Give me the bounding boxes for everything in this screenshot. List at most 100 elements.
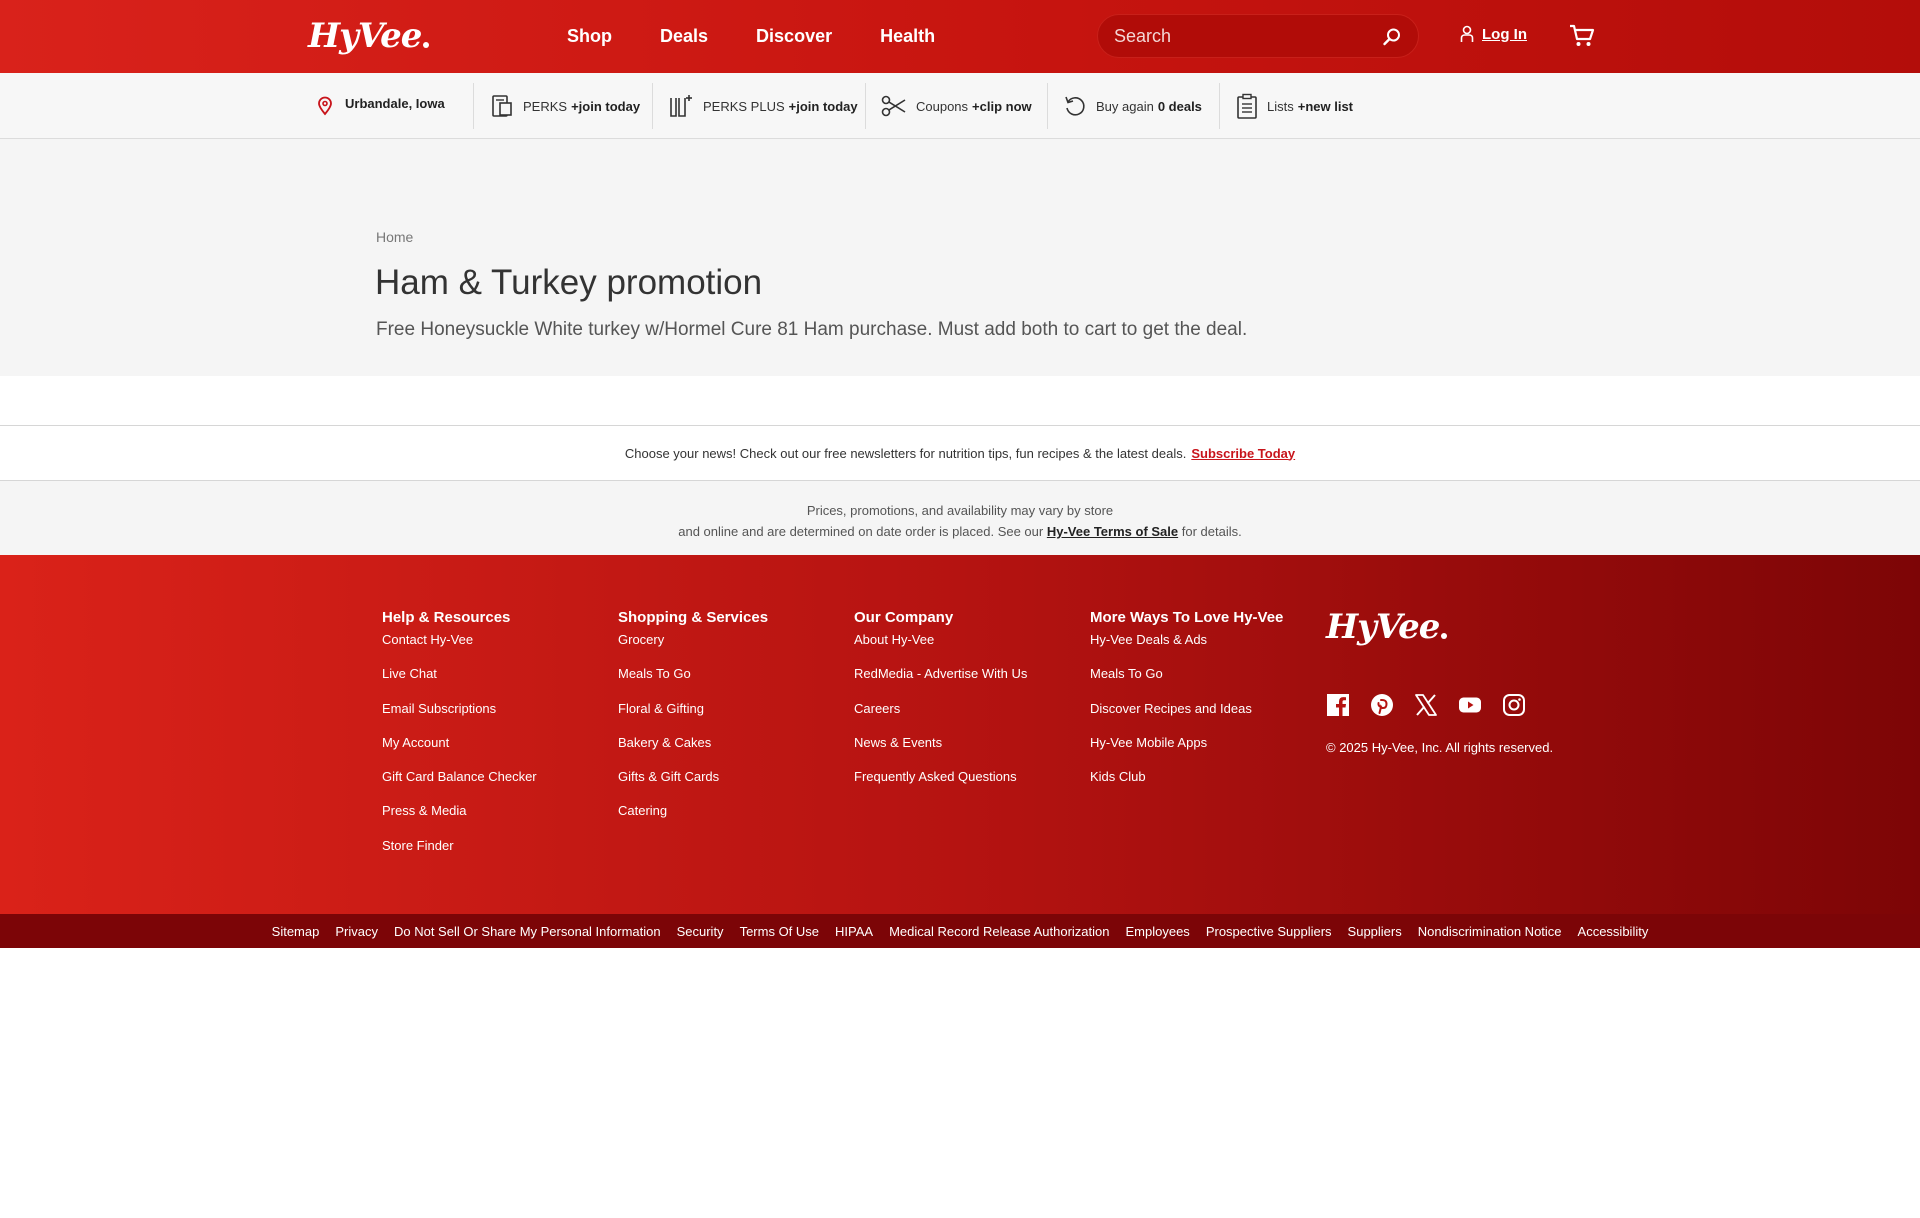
subscribe-link[interactable]: Subscribe Today: [1191, 446, 1295, 461]
nav-deals[interactable]: Deals: [660, 26, 708, 47]
disclaimer-text: and online and are determined on date or…: [678, 524, 1044, 539]
perks-link[interactable]: PERKS +join today: [490, 73, 640, 139]
search-input[interactable]: [1114, 15, 1374, 57]
location-label: Urbandale, Iowa: [345, 95, 445, 111]
legal-link-security[interactable]: Security: [677, 924, 724, 939]
buy-again-action: 0 deals: [1157, 98, 1202, 114]
nav-health[interactable]: Health: [880, 26, 935, 47]
footer-link[interactable]: Careers: [854, 701, 1027, 735]
footer-link[interactable]: Store Finder: [382, 838, 537, 872]
facebook-icon[interactable]: [1326, 693, 1350, 717]
promotion-hero: Home Ham & Turkey promotion Free Honeysu…: [0, 139, 1920, 376]
footer-link[interactable]: Frequently Asked Questions: [854, 769, 1027, 803]
footer-col-title: Help & Resources: [382, 609, 511, 626]
legal-link-accessibility[interactable]: Accessibility: [1578, 924, 1649, 939]
terms-of-sale-link[interactable]: Hy-Vee Terms of Sale: [1047, 524, 1178, 539]
pricing-disclaimer: Prices, promotions, and availability may…: [0, 481, 1920, 555]
login-link[interactable]: Log In: [1460, 25, 1527, 43]
search-box: [1097, 14, 1419, 58]
footer-col-title: More Ways To Love Hy-Vee: [1090, 609, 1284, 626]
history-icon: [1065, 96, 1085, 116]
footer-logo[interactable]: HyVee: [1326, 607, 1448, 647]
legal-link-suppliers[interactable]: Suppliers: [1348, 924, 1402, 939]
footer-link[interactable]: Gifts & Gift Cards: [618, 769, 768, 803]
footer-link[interactable]: My Account: [382, 735, 537, 769]
footer-col-title: Our Company: [854, 609, 954, 626]
footer-link[interactable]: Bakery & Cakes: [618, 735, 768, 769]
footer-col-more-ways: More Ways To Love Hy-Vee Hy-Vee Deals & …: [1090, 609, 1283, 803]
nav-shop[interactable]: Shop: [567, 26, 612, 47]
youtube-icon[interactable]: [1458, 693, 1482, 717]
footer-link[interactable]: Grocery: [618, 632, 768, 666]
footer-link[interactable]: Hy-Vee Deals & Ads: [1090, 632, 1283, 666]
legal-link-sitemap[interactable]: Sitemap: [272, 924, 320, 939]
footer-link[interactable]: Floral & Gifting: [618, 701, 768, 735]
perks-plus-action: +join today: [788, 98, 858, 114]
buy-again-label: Buy again: [1096, 98, 1154, 114]
search-icon[interactable]: [1382, 27, 1402, 47]
footer-logo-text: HyVee: [1326, 607, 1440, 647]
legal-links-bar: Sitemap Privacy Do Not Sell Or Share My …: [0, 914, 1920, 948]
footer-col-title: Shopping & Services: [618, 609, 769, 626]
footer-link[interactable]: Discover Recipes and Ideas: [1090, 701, 1283, 735]
perks-card-icon: [492, 95, 512, 117]
footer-col-company: Our Company About Hy-Vee RedMedia - Adve…: [854, 609, 1027, 803]
footer-link[interactable]: Meals To Go: [618, 666, 768, 700]
footer-link[interactable]: Meals To Go: [1090, 666, 1283, 700]
footer-link[interactable]: Catering: [618, 803, 768, 837]
cart-icon[interactable]: [1569, 24, 1595, 48]
logo-text: HyVee: [308, 16, 422, 56]
lists-link[interactable]: Lists +new list: [1236, 73, 1353, 139]
site-footer: Help & Resources Contact Hy-Vee Live Cha…: [0, 555, 1920, 914]
footer-link[interactable]: Live Chat: [382, 666, 537, 700]
sub-nav: Urbandale, Iowa PERKS +join today PERKS …: [0, 73, 1920, 139]
store-location[interactable]: Urbandale, Iowa: [316, 73, 445, 139]
footer-link[interactable]: Contact Hy-Vee: [382, 632, 537, 666]
newsletter-text: Choose your news! Check out our free new…: [624, 445, 1187, 461]
breadcrumb-home[interactable]: Home: [376, 229, 413, 245]
x-icon[interactable]: [1414, 693, 1438, 717]
footer-link[interactable]: About Hy-Vee: [854, 632, 1027, 666]
legal-link-employees[interactable]: Employees: [1126, 924, 1190, 939]
legal-link-terms[interactable]: Terms Of Use: [740, 924, 819, 939]
footer-col-shopping: Shopping & Services Grocery Meals To Go …: [618, 609, 768, 838]
disclaimer-line-2: and online and are determined on date or…: [0, 521, 1920, 542]
site-header: HyVee Shop Deals Discover Health Log In: [0, 0, 1920, 73]
perks-plus-icon: [670, 95, 692, 117]
nav-discover[interactable]: Discover: [756, 26, 832, 47]
coupons-link[interactable]: Coupons +clip now: [881, 73, 1032, 139]
legal-link-hipaa[interactable]: HIPAA: [835, 924, 873, 939]
legal-link-prospective-suppliers[interactable]: Prospective Suppliers: [1206, 924, 1332, 939]
legal-link-nondiscrimination[interactable]: Nondiscrimination Notice: [1418, 924, 1562, 939]
clipboard-list-icon: [1237, 93, 1257, 119]
disclaimer-line-1: Prices, promotions, and availability may…: [806, 503, 1114, 518]
legal-link-privacy[interactable]: Privacy: [335, 924, 378, 939]
promotion-description: Free Honeysuckle White turkey w/Hormel C…: [376, 319, 1248, 340]
footer-link[interactable]: News & Events: [854, 735, 1027, 769]
footer-link[interactable]: Kids Club: [1090, 769, 1283, 803]
perks-plus-link[interactable]: PERKS PLUS +join today: [668, 73, 858, 139]
legal-link-medical-record[interactable]: Medical Record Release Authorization: [889, 924, 1109, 939]
legal-link-do-not-sell[interactable]: Do Not Sell Or Share My Personal Informa…: [394, 924, 661, 939]
coupons-action: +clip now: [972, 98, 1032, 114]
disclaimer-tail: for details.: [1181, 524, 1242, 539]
buy-again-link[interactable]: Buy again 0 deals: [1063, 73, 1202, 139]
footer-col-help: Help & Resources Contact Hy-Vee Live Cha…: [382, 609, 537, 872]
user-icon: [1460, 25, 1474, 42]
hyvee-logo[interactable]: HyVee: [308, 16, 430, 56]
footer-link[interactable]: Hy-Vee Mobile Apps: [1090, 735, 1283, 769]
footer-link[interactable]: Press & Media: [382, 803, 537, 837]
footer-link[interactable]: Gift Card Balance Checker: [382, 769, 537, 803]
pinterest-icon[interactable]: [1370, 693, 1394, 717]
perks-action: +join today: [571, 98, 641, 114]
login-label: Log In: [1482, 25, 1527, 43]
lists-action: +new list: [1297, 98, 1354, 114]
main-nav: Shop Deals Discover Health: [567, 0, 983, 73]
coupons-label: Coupons: [916, 98, 969, 114]
instagram-icon[interactable]: [1502, 693, 1526, 717]
footer-link[interactable]: Email Subscriptions: [382, 701, 537, 735]
social-links: [1326, 693, 1546, 717]
copyright-text: © 2025 Hy-Vee, Inc. All rights reserved.: [1326, 740, 1554, 755]
footer-link[interactable]: RedMedia - Advertise With Us: [854, 666, 1027, 700]
lists-label: Lists: [1267, 98, 1294, 114]
